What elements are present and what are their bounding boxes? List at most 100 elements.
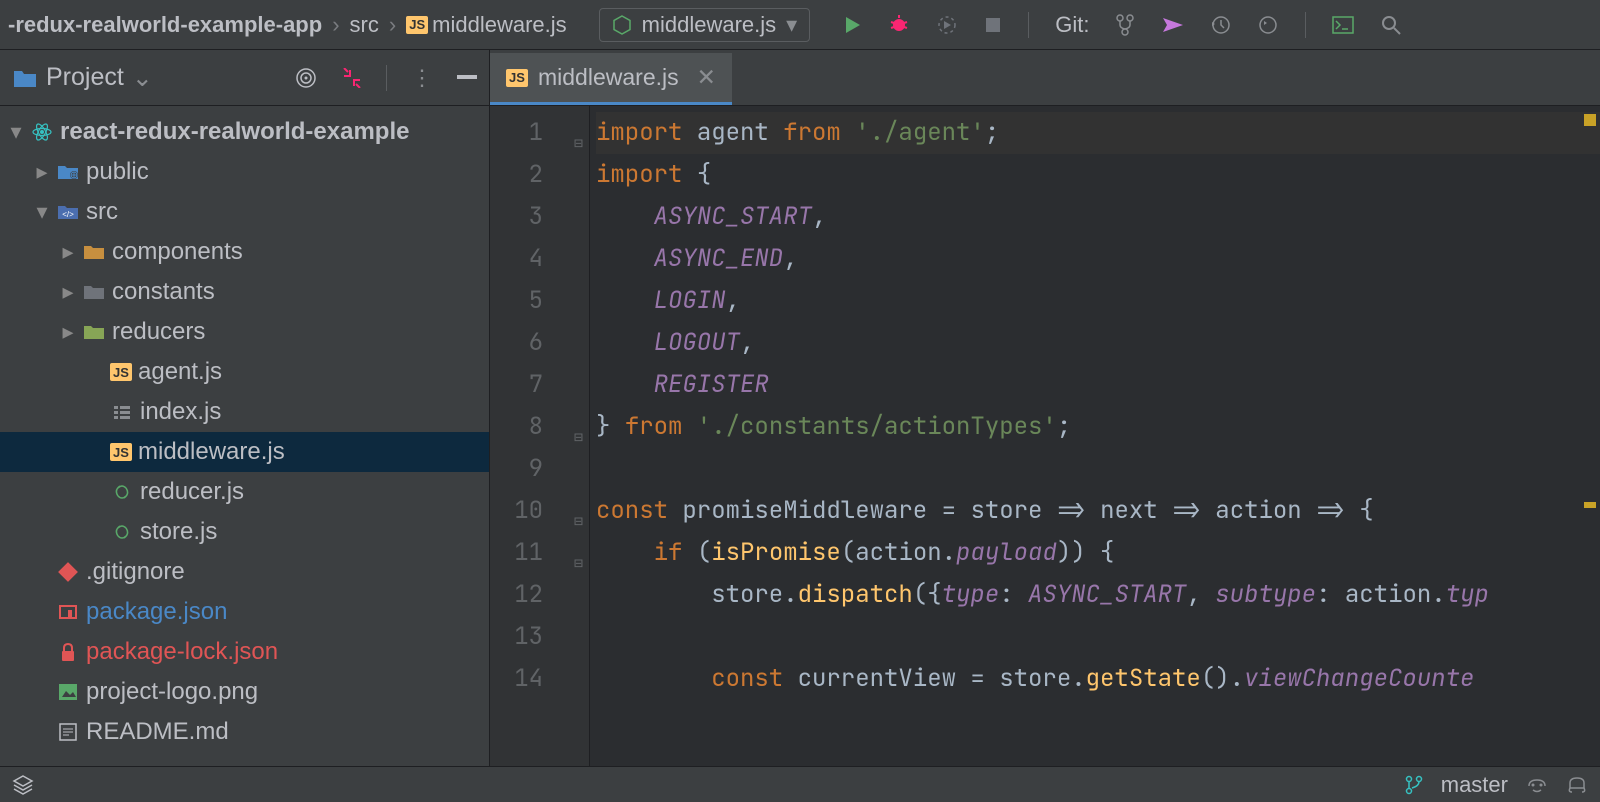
code-line[interactable]: LOGOUT, — [596, 322, 1600, 364]
caret-right-icon[interactable]: ▸ — [60, 279, 76, 305]
line-number[interactable]: 10⊟ — [490, 490, 589, 532]
tree-folder-reducers[interactable]: ▸ reducers — [0, 312, 489, 352]
line-number[interactable]: 11⊟ — [490, 532, 589, 574]
redux-icon — [110, 482, 134, 502]
caret-right-icon[interactable]: ▸ — [34, 159, 50, 185]
code-line[interactable]: const currentView = store.getState().vie… — [596, 658, 1600, 700]
target-icon[interactable] — [294, 66, 318, 90]
caret-right-icon[interactable]: ▸ — [60, 239, 76, 265]
project-tree[interactable]: ▾ react-redux-realworld-example ▸ public… — [0, 106, 490, 766]
stop-icon[interactable] — [984, 16, 1002, 34]
line-number[interactable]: 7 — [490, 364, 589, 406]
code-line[interactable]: store.dispatch({type: ASYNC_START, subty… — [596, 574, 1600, 616]
code-line[interactable]: LOGIN, — [596, 280, 1600, 322]
layers-icon[interactable] — [12, 774, 34, 796]
run-configuration-selector[interactable]: middleware.js ▾ — [599, 8, 811, 42]
tree-folder-public[interactable]: ▸ public — [0, 152, 489, 192]
code-line[interactable] — [596, 616, 1600, 658]
line-number[interactable]: 9 — [490, 448, 589, 490]
tree-folder-components[interactable]: ▸ components — [0, 232, 489, 272]
editor-tab-middleware[interactable]: JS middleware.js ✕ — [490, 53, 732, 105]
code-editor[interactable]: 1⊟2345678⊟910⊟11⊟121314 import agent fro… — [490, 106, 1600, 766]
tree-root[interactable]: ▾ react-redux-realworld-example — [0, 112, 489, 152]
tree-label: constants — [112, 278, 215, 306]
tree-file-gitignore[interactable]: .gitignore — [0, 552, 489, 592]
project-view-selector[interactable]: Project ⌄ — [12, 63, 153, 93]
git-branch-icon[interactable] — [1115, 14, 1135, 36]
git-push-icon[interactable] — [1161, 16, 1183, 34]
line-number[interactable]: 5 — [490, 280, 589, 322]
rollback-icon[interactable] — [1257, 14, 1279, 36]
code-line[interactable]: ASYNC_END, — [596, 238, 1600, 280]
line-number[interactable]: 2 — [490, 154, 589, 196]
git-branch-status-icon[interactable] — [1405, 775, 1423, 795]
tree-label: components — [112, 238, 243, 266]
editor-code-area[interactable]: import agent from './agent';import { ASY… — [590, 106, 1600, 766]
code-line[interactable]: import agent from './agent'; — [596, 112, 1600, 154]
js-file-icon: JS — [110, 443, 132, 461]
editor-gutter[interactable]: 1⊟2345678⊟910⊟11⊟121314 — [490, 106, 590, 766]
search-icon[interactable] — [1380, 14, 1402, 36]
tree-file-readme[interactable]: README.md — [0, 712, 489, 752]
notifications-icon[interactable] — [1566, 775, 1588, 795]
code-line[interactable]: if (isPromise(action.payload)) { — [596, 532, 1600, 574]
tree-file-package-lock[interactable]: package-lock.json — [0, 632, 489, 672]
breadcrumb-dir[interactable]: src — [350, 12, 379, 38]
hide-icon[interactable] — [457, 75, 477, 81]
line-number[interactable]: 3 — [490, 196, 589, 238]
tree-label: src — [86, 198, 118, 226]
coverage-icon[interactable] — [936, 14, 958, 36]
tree-file-reducer[interactable]: reducer.js — [0, 472, 489, 512]
chevron-down-icon: ⌄ — [132, 63, 153, 93]
toolbar-actions: Git: — [842, 12, 1402, 38]
breadcrumb-file[interactable]: middleware.js — [432, 12, 567, 38]
caret-down-icon[interactable]: ▾ — [8, 119, 24, 145]
tree-folder-src[interactable]: ▾ </> src — [0, 192, 489, 232]
line-number[interactable]: 8⊟ — [490, 406, 589, 448]
tree-folder-constants[interactable]: ▸ constants — [0, 272, 489, 312]
breadcrumb[interactable]: -redux-realworld-example-app › src › JS … — [8, 12, 567, 38]
code-line[interactable]: const promiseMiddleware = store => next … — [596, 490, 1600, 532]
close-icon[interactable]: ✕ — [697, 64, 716, 91]
tree-file-logo[interactable]: project-logo.png — [0, 672, 489, 712]
inspection-marker[interactable] — [1584, 114, 1596, 126]
line-number[interactable]: 12 — [490, 574, 589, 616]
code-line[interactable]: REGISTER — [596, 364, 1600, 406]
run-config-label: middleware.js — [642, 12, 777, 38]
collapse-icon[interactable] — [342, 68, 362, 88]
js-file-icon: JS — [406, 16, 428, 34]
line-number[interactable]: 13 — [490, 616, 589, 658]
tree-file-index[interactable]: index.js — [0, 392, 489, 432]
scrollmap-mark[interactable] — [1584, 502, 1596, 508]
run-icon[interactable] — [842, 15, 862, 35]
terminal-icon[interactable] — [1332, 16, 1354, 34]
tree-file-agent[interactable]: JS agent.js — [0, 352, 489, 392]
separator — [1028, 12, 1029, 38]
tree-label: agent.js — [138, 358, 222, 386]
folder-icon — [82, 243, 106, 261]
line-number[interactable]: 14 — [490, 658, 589, 700]
folder-icon: </> — [56, 203, 80, 221]
line-number[interactable]: 6 — [490, 322, 589, 364]
inspector-icon[interactable] — [1526, 774, 1548, 796]
tree-label: project-logo.png — [86, 678, 258, 706]
git-branch-name[interactable]: master — [1441, 772, 1508, 798]
breadcrumb-project[interactable]: -redux-realworld-example-app — [8, 12, 322, 38]
line-number[interactable]: 1⊟ — [490, 112, 589, 154]
tree-file-package[interactable]: package.json — [0, 592, 489, 632]
caret-right-icon[interactable]: ▸ — [60, 319, 76, 345]
tree-file-middleware[interactable]: JS middleware.js — [0, 432, 489, 472]
caret-down-icon[interactable]: ▾ — [34, 199, 50, 225]
code-line[interactable]: ASYNC_START, — [596, 196, 1600, 238]
tree-file-store[interactable]: store.js — [0, 512, 489, 552]
history-icon[interactable] — [1209, 14, 1231, 36]
code-line[interactable]: } from './constants/actionTypes'; — [596, 406, 1600, 448]
code-line[interactable]: import { — [596, 154, 1600, 196]
js-file-icon: JS — [110, 363, 132, 381]
debug-icon[interactable] — [888, 14, 910, 36]
options-icon[interactable]: ⋮ — [411, 65, 433, 91]
code-line[interactable] — [596, 448, 1600, 490]
line-number[interactable]: 4 — [490, 238, 589, 280]
chevron-down-icon: ▾ — [786, 12, 797, 38]
npm-icon — [56, 602, 80, 622]
